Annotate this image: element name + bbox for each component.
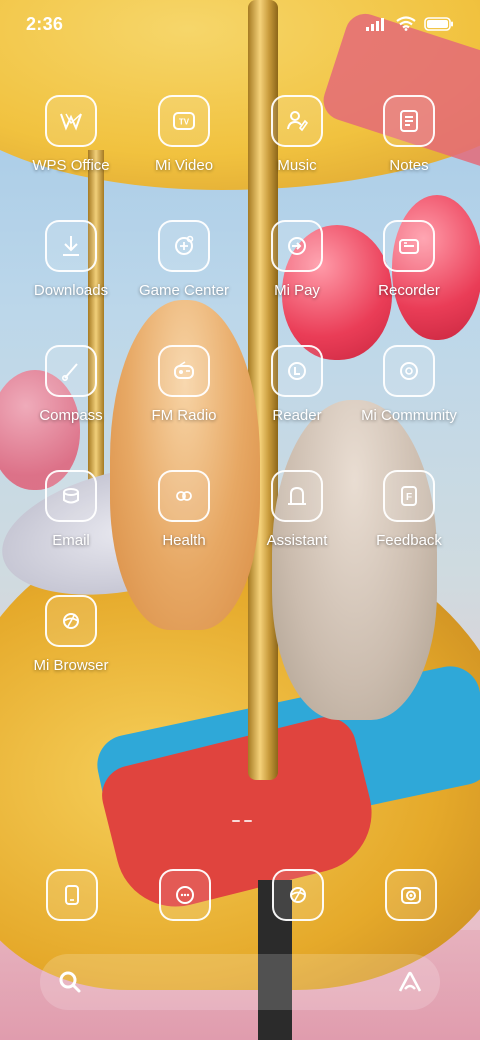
app-mi-pay[interactable]: Mi Pay xyxy=(241,220,353,299)
app-label: Health xyxy=(162,532,206,549)
status-time: 2:36 xyxy=(26,14,64,34)
app-label: Assistant xyxy=(266,532,328,549)
radio-icon xyxy=(158,345,210,397)
browser-icon xyxy=(45,595,97,647)
assistant-icon xyxy=(271,470,323,522)
wps-icon xyxy=(45,95,97,147)
game-icon xyxy=(158,220,210,272)
app-label: Email xyxy=(52,532,90,549)
app-label: Music xyxy=(277,157,317,174)
app-reader[interactable]: Reader xyxy=(241,345,353,424)
messages-icon xyxy=(171,881,199,909)
battery-icon xyxy=(424,16,454,31)
download-icon xyxy=(45,220,97,272)
search-bar[interactable] xyxy=(40,954,440,1010)
assistant-button[interactable] xyxy=(390,962,430,1002)
svg-text:TV: TV xyxy=(179,118,190,127)
app-label: Recorder xyxy=(378,282,440,299)
recorder-icon xyxy=(383,220,435,272)
app-label: Feedback xyxy=(376,532,442,549)
app-label: Mi Community xyxy=(361,407,457,424)
app-label: WPS Office xyxy=(32,157,110,174)
wifi-icon xyxy=(396,16,416,31)
email-icon xyxy=(45,470,97,522)
music-icon xyxy=(271,95,323,147)
app-label: Downloads xyxy=(33,282,109,299)
app-label: Reader xyxy=(272,407,322,424)
notes-icon xyxy=(383,95,435,147)
app-health[interactable]: Health xyxy=(128,470,240,549)
app-assistant[interactable]: Assistant xyxy=(241,470,353,549)
app-recorder[interactable]: Recorder xyxy=(353,220,465,299)
app-label: Game Center xyxy=(138,282,230,299)
feedback-tile-letter: F xyxy=(406,492,412,503)
app-mi-community[interactable]: Mi Community xyxy=(353,345,465,424)
app-downloads[interactable]: Downloads xyxy=(15,220,127,299)
dock-messages[interactable] xyxy=(159,869,211,921)
app-label: Mi Video xyxy=(154,157,214,174)
search-button[interactable] xyxy=(50,962,90,1002)
phone-icon xyxy=(58,881,86,909)
app-feedback[interactable]: F Feedback xyxy=(353,470,465,549)
app-mi-browser[interactable]: Mi Browser xyxy=(15,595,127,674)
community-icon xyxy=(383,345,435,397)
app-label: Compass xyxy=(39,407,103,424)
app-compass[interactable]: Compass xyxy=(15,345,127,424)
app-label: Mi Pay xyxy=(274,282,320,299)
dock-browser[interactable] xyxy=(272,869,324,921)
dock-phone[interactable] xyxy=(46,869,98,921)
app-label: Mi Browser xyxy=(33,657,109,674)
dock-camera[interactable] xyxy=(385,869,437,921)
health-icon xyxy=(158,470,210,522)
app-notes[interactable]: Notes xyxy=(353,95,465,174)
app-music[interactable]: Music xyxy=(241,95,353,174)
pay-icon xyxy=(271,220,323,272)
signal-icon xyxy=(366,17,388,31)
browser-icon xyxy=(284,881,312,909)
ai-assistant-icon xyxy=(396,969,424,995)
search-icon xyxy=(57,969,83,995)
app-mi-video[interactable]: TV Mi Video xyxy=(128,95,240,174)
status-bar: 2:36 xyxy=(0,0,480,50)
reader-icon xyxy=(271,345,323,397)
tv-icon: TV xyxy=(158,95,210,147)
compass-icon xyxy=(45,345,97,397)
app-email[interactable]: Email xyxy=(15,470,127,549)
app-wps-office[interactable]: WPS Office xyxy=(15,95,127,174)
page-indicator xyxy=(232,820,252,822)
app-fm-radio[interactable]: FM Radio xyxy=(128,345,240,424)
app-game-center[interactable]: Game Center xyxy=(128,220,240,299)
app-label: Notes xyxy=(389,157,429,174)
app-label: FM Radio xyxy=(151,407,217,424)
camera-icon xyxy=(397,881,425,909)
feedback-icon: F xyxy=(383,470,435,522)
